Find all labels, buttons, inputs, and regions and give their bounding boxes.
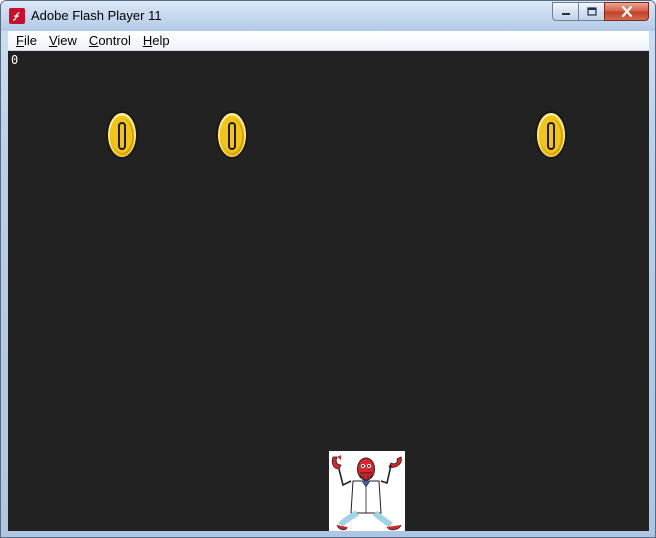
close-button[interactable] <box>604 2 649 21</box>
minimize-icon <box>561 12 570 15</box>
menu-help-mnemonic: H <box>142 33 153 48</box>
menu-help-label: elp <box>152 33 170 48</box>
menu-bar: File View Control Help <box>8 31 649 51</box>
lab-coat-crab-character-icon <box>329 451 405 531</box>
menu-control[interactable]: Control <box>85 33 139 48</box>
menu-file-mnemonic: F <box>16 33 24 48</box>
minimize-button[interactable] <box>552 2 579 21</box>
menu-view-label: iew <box>57 33 77 48</box>
gold-coin-icon <box>535 111 567 159</box>
title-bar[interactable]: Adobe Flash Player 11 <box>1 1 655 31</box>
menu-control-label: ontrol <box>98 33 131 48</box>
gold-coin-icon <box>106 111 138 159</box>
flash-player-window: Adobe Flash Player 11 File View Control … <box>0 0 656 538</box>
window-title: Adobe Flash Player 11 <box>31 8 162 23</box>
caption-buttons <box>552 2 649 21</box>
game-stage[interactable]: 0 <box>8 51 649 531</box>
menu-help[interactable]: Help <box>139 33 178 48</box>
menu-control-mnemonic: C <box>88 33 99 48</box>
flash-player-icon <box>9 8 25 24</box>
maximize-button[interactable] <box>578 2 605 21</box>
close-icon <box>621 6 632 17</box>
menu-view[interactable]: View <box>45 33 85 48</box>
menu-file-label: ile <box>23 33 37 48</box>
gold-coin-icon <box>216 111 248 159</box>
menu-file[interactable]: File <box>12 33 45 48</box>
score-counter: 0 <box>11 53 19 67</box>
maximize-icon <box>586 7 597 16</box>
